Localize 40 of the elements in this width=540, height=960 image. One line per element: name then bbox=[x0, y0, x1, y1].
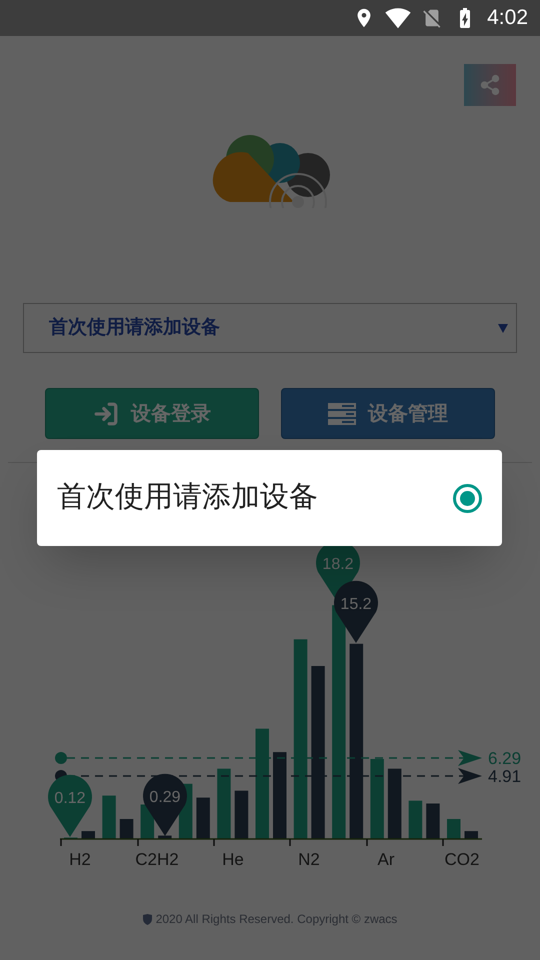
axis-label: Ar bbox=[378, 850, 394, 869]
chart-bar bbox=[447, 819, 460, 839]
average-value: 6.29 bbox=[488, 749, 522, 768]
login-icon bbox=[93, 400, 119, 426]
chart-bar bbox=[217, 768, 231, 839]
pin-value: 15.2 bbox=[340, 596, 372, 613]
caret-icon bbox=[498, 324, 508, 332]
chart-bar bbox=[158, 836, 172, 839]
action-button[interactable]: 设备管理 bbox=[281, 388, 495, 439]
pin-value: 18.2 bbox=[322, 556, 354, 573]
axis-label: H2 bbox=[69, 850, 91, 869]
action-button[interactable]: 设备登录 bbox=[45, 388, 259, 439]
chart-bar bbox=[388, 768, 402, 839]
share-button[interactable] bbox=[464, 64, 516, 106]
chart-bar bbox=[82, 831, 95, 839]
chart-bar bbox=[234, 790, 248, 839]
value-pin bbox=[334, 580, 378, 643]
radio-button[interactable] bbox=[453, 484, 482, 512]
axis-label: N2 bbox=[298, 850, 320, 869]
axis-label: CO2 bbox=[444, 850, 480, 869]
chart-bar bbox=[464, 831, 478, 839]
value-pin bbox=[48, 774, 92, 837]
chart-bar bbox=[120, 819, 134, 839]
pin-value: 0.29 bbox=[149, 789, 181, 806]
share-icon bbox=[479, 74, 501, 96]
chart-bar bbox=[408, 800, 422, 839]
dropdown-value: 首次使用请添加设备 bbox=[49, 316, 220, 340]
dialog-option[interactable]: 首次使用请添加设备 bbox=[37, 471, 502, 525]
clock: 4:02 bbox=[487, 5, 528, 32]
pin-value: 0.12 bbox=[54, 790, 86, 807]
chart-bar bbox=[426, 804, 440, 839]
list-icon bbox=[328, 402, 356, 424]
axis-label: He bbox=[222, 850, 244, 869]
value-pin bbox=[143, 774, 187, 836]
axis-label: C2H2 bbox=[135, 850, 179, 869]
device-dropdown[interactable]: 首次使用请添加设备 bbox=[23, 303, 517, 353]
chart-bar bbox=[102, 796, 116, 839]
average-value: 4.91 bbox=[488, 767, 522, 786]
chart-bar bbox=[196, 798, 210, 839]
shield-icon bbox=[142, 914, 152, 924]
